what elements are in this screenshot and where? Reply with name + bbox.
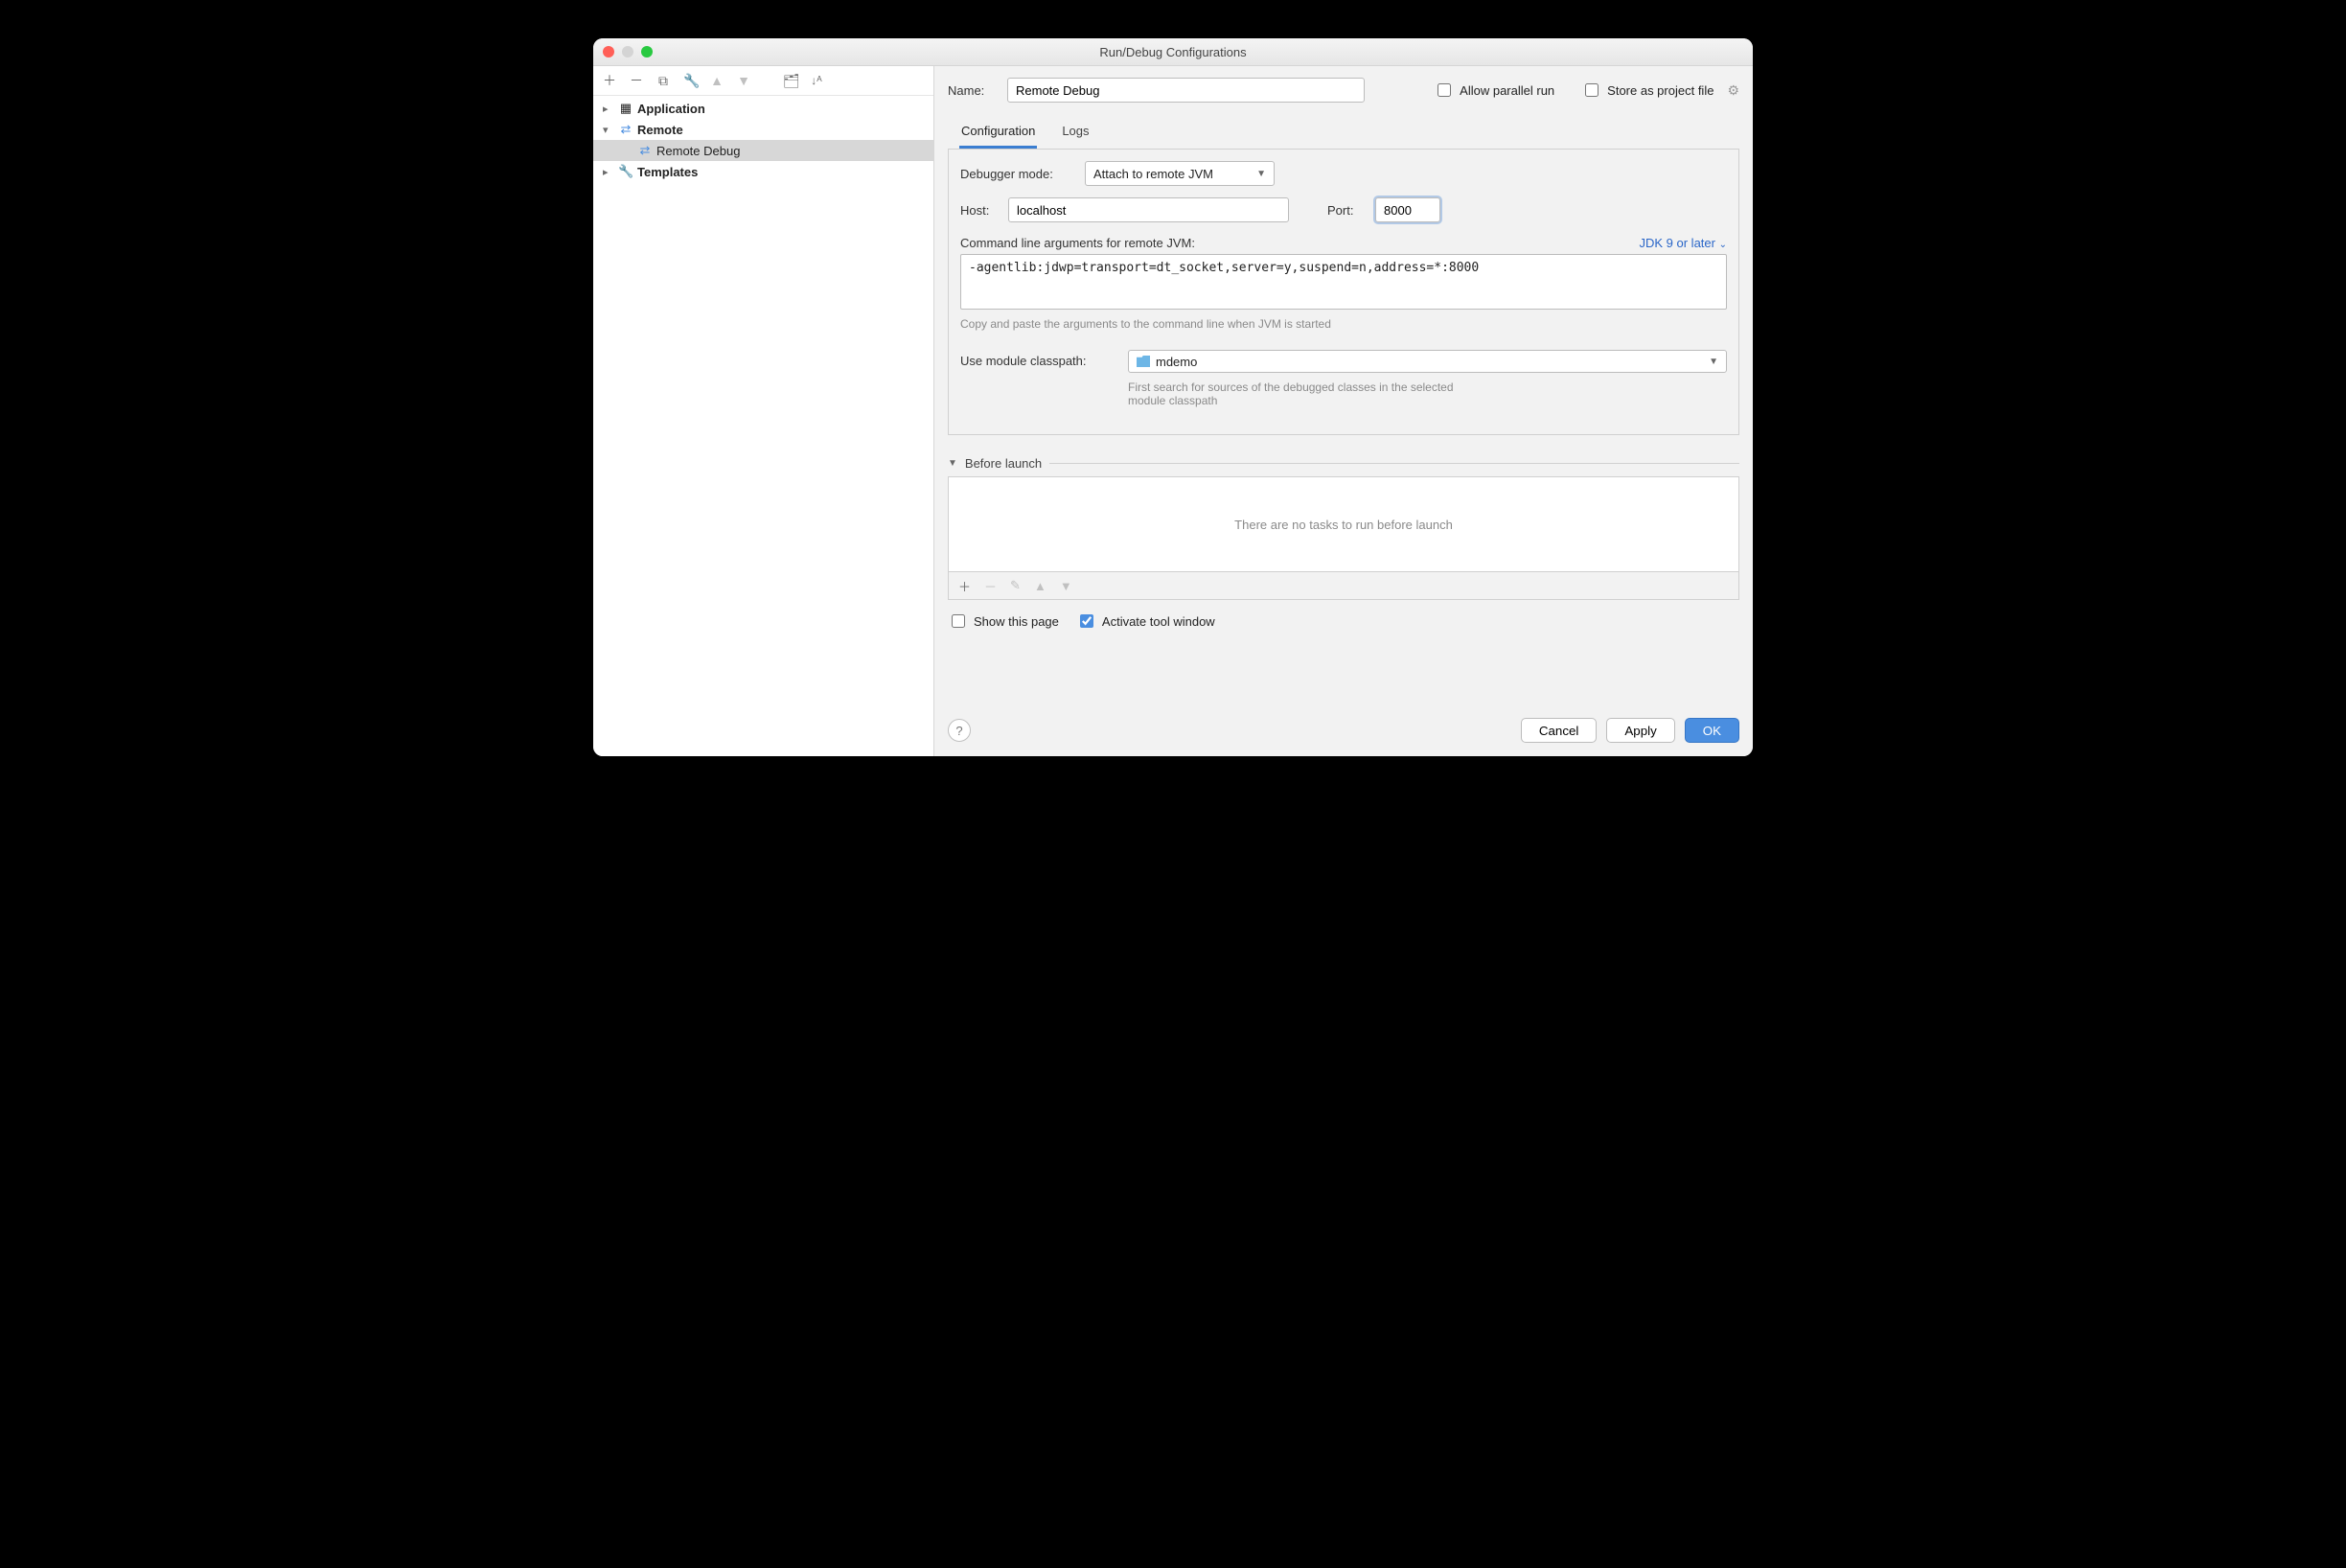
folder-actions-icon[interactable]: 🗂 — [783, 73, 796, 89]
titlebar: Run/Debug Configurations — [593, 38, 1753, 66]
configurations-sidebar: ＋ － ⧉ 🔧 ▲ ▼ 🗂 ↓ᴬ ▸ ▦ Application ▾ ⇄ — [593, 66, 934, 756]
port-input[interactable] — [1375, 197, 1440, 222]
move-up-icon[interactable]: ▲ — [710, 73, 724, 88]
add-task-icon[interactable]: ＋ — [958, 577, 971, 595]
tree-node-remote[interactable]: ▾ ⇄ Remote — [593, 119, 933, 140]
chevron-right-icon[interactable]: ▸ — [603, 166, 614, 178]
activate-tool-window-label: Activate tool window — [1102, 614, 1215, 629]
remote-config-icon: ⇄ — [637, 143, 653, 158]
edit-task-icon[interactable]: ✎ — [1010, 578, 1021, 593]
debugger-mode-label: Debugger mode: — [960, 167, 1075, 181]
ok-button[interactable]: OK — [1685, 718, 1739, 743]
remove-task-icon[interactable]: － — [984, 577, 997, 595]
chevron-right-icon[interactable]: ▸ — [603, 103, 614, 115]
before-launch-title: Before launch — [965, 456, 1042, 471]
add-config-icon[interactable]: ＋ — [603, 71, 616, 90]
move-task-up-icon[interactable]: ▲ — [1034, 579, 1046, 593]
move-down-icon[interactable]: ▼ — [737, 73, 750, 88]
config-tree: ▸ ▦ Application ▾ ⇄ Remote ⇄ Remote Debu… — [593, 96, 933, 756]
tab-logs[interactable]: Logs — [1060, 118, 1091, 149]
window-title: Run/Debug Configurations — [593, 45, 1753, 59]
debugger-mode-value: Attach to remote JVM — [1093, 167, 1213, 181]
wrench-icon: 🔧 — [618, 164, 633, 179]
show-this-page-checkbox[interactable]: Show this page — [948, 611, 1059, 631]
chevron-down-icon: ▼ — [1256, 169, 1266, 179]
config-tabs: Configuration Logs — [948, 118, 1739, 150]
module-folder-icon — [1137, 356, 1150, 367]
before-launch-tasks: There are no tasks to run before launch — [948, 476, 1739, 572]
sort-icon[interactable]: ↓ᴬ — [810, 74, 823, 87]
show-this-page-label: Show this page — [974, 614, 1059, 629]
debugger-mode-select[interactable]: Attach to remote JVM ▼ — [1085, 161, 1275, 186]
module-classpath-value: mdemo — [1156, 355, 1197, 369]
chevron-down-icon: ⌄ — [1719, 240, 1727, 250]
tab-configuration[interactable]: Configuration — [959, 118, 1037, 149]
chevron-down-icon[interactable]: ▾ — [603, 124, 614, 136]
allow-parallel-checkbox[interactable]: Allow parallel run — [1434, 81, 1554, 100]
activate-tool-window-checkbox[interactable]: Activate tool window — [1076, 611, 1215, 631]
host-label: Host: — [960, 203, 999, 218]
store-project-label: Store as project file — [1607, 83, 1714, 98]
tree-node-remote-debug[interactable]: ⇄ Remote Debug — [593, 140, 933, 161]
gear-icon[interactable]: ⚙ — [1727, 82, 1739, 99]
tree-node-application[interactable]: ▸ ▦ Application — [593, 98, 933, 119]
cancel-button[interactable]: Cancel — [1521, 718, 1598, 743]
config-name-input[interactable] — [1007, 78, 1365, 103]
chevron-down-icon[interactable]: ▼ — [948, 458, 957, 469]
configuration-panel: Debugger mode: Attach to remote JVM ▼ Ho… — [948, 150, 1739, 435]
before-launch-toolbar: ＋ － ✎ ▲ ▼ — [948, 572, 1739, 600]
apply-button[interactable]: Apply — [1606, 718, 1674, 743]
move-task-down-icon[interactable]: ▼ — [1060, 579, 1072, 593]
edit-template-icon[interactable]: 🔧 — [683, 73, 697, 89]
port-label: Port: — [1327, 203, 1366, 218]
chevron-down-icon: ▼ — [1709, 357, 1718, 367]
jdk-version-selector[interactable]: JDK 9 or later ⌄ — [1640, 236, 1728, 250]
config-details: Name: Allow parallel run Store as projec… — [934, 66, 1753, 756]
sidebar-toolbar: ＋ － ⧉ 🔧 ▲ ▼ 🗂 ↓ᴬ — [593, 66, 933, 96]
store-project-checkbox[interactable]: Store as project file — [1581, 81, 1714, 100]
cmd-args-label: Command line arguments for remote JVM: — [960, 236, 1195, 250]
before-launch-section: ▼ Before launch There are no tasks to ru… — [948, 456, 1739, 600]
remove-config-icon[interactable]: － — [630, 71, 643, 90]
tree-node-templates[interactable]: ▸ 🔧 Templates — [593, 161, 933, 182]
remote-type-icon: ⇄ — [618, 122, 633, 137]
cmd-args-box[interactable]: -agentlib:jdwp=transport=dt_socket,serve… — [960, 254, 1727, 310]
module-classpath-label: Use module classpath: — [960, 350, 1118, 368]
before-launch-empty: There are no tasks to run before launch — [1234, 518, 1453, 532]
allow-parallel-label: Allow parallel run — [1460, 83, 1554, 98]
module-classpath-select[interactable]: mdemo ▼ — [1128, 350, 1727, 373]
module-classpath-hint: First search for sources of the debugged… — [1128, 380, 1492, 407]
copy-config-icon[interactable]: ⧉ — [656, 73, 670, 89]
name-label: Name: — [948, 83, 998, 98]
help-button[interactable]: ? — [948, 719, 971, 742]
host-input[interactable] — [1008, 197, 1289, 222]
cmd-args-hint: Copy and paste the arguments to the comm… — [960, 317, 1727, 331]
application-type-icon: ▦ — [618, 101, 633, 116]
dialog-window: Run/Debug Configurations ＋ － ⧉ 🔧 ▲ ▼ 🗂 ↓… — [593, 38, 1753, 756]
